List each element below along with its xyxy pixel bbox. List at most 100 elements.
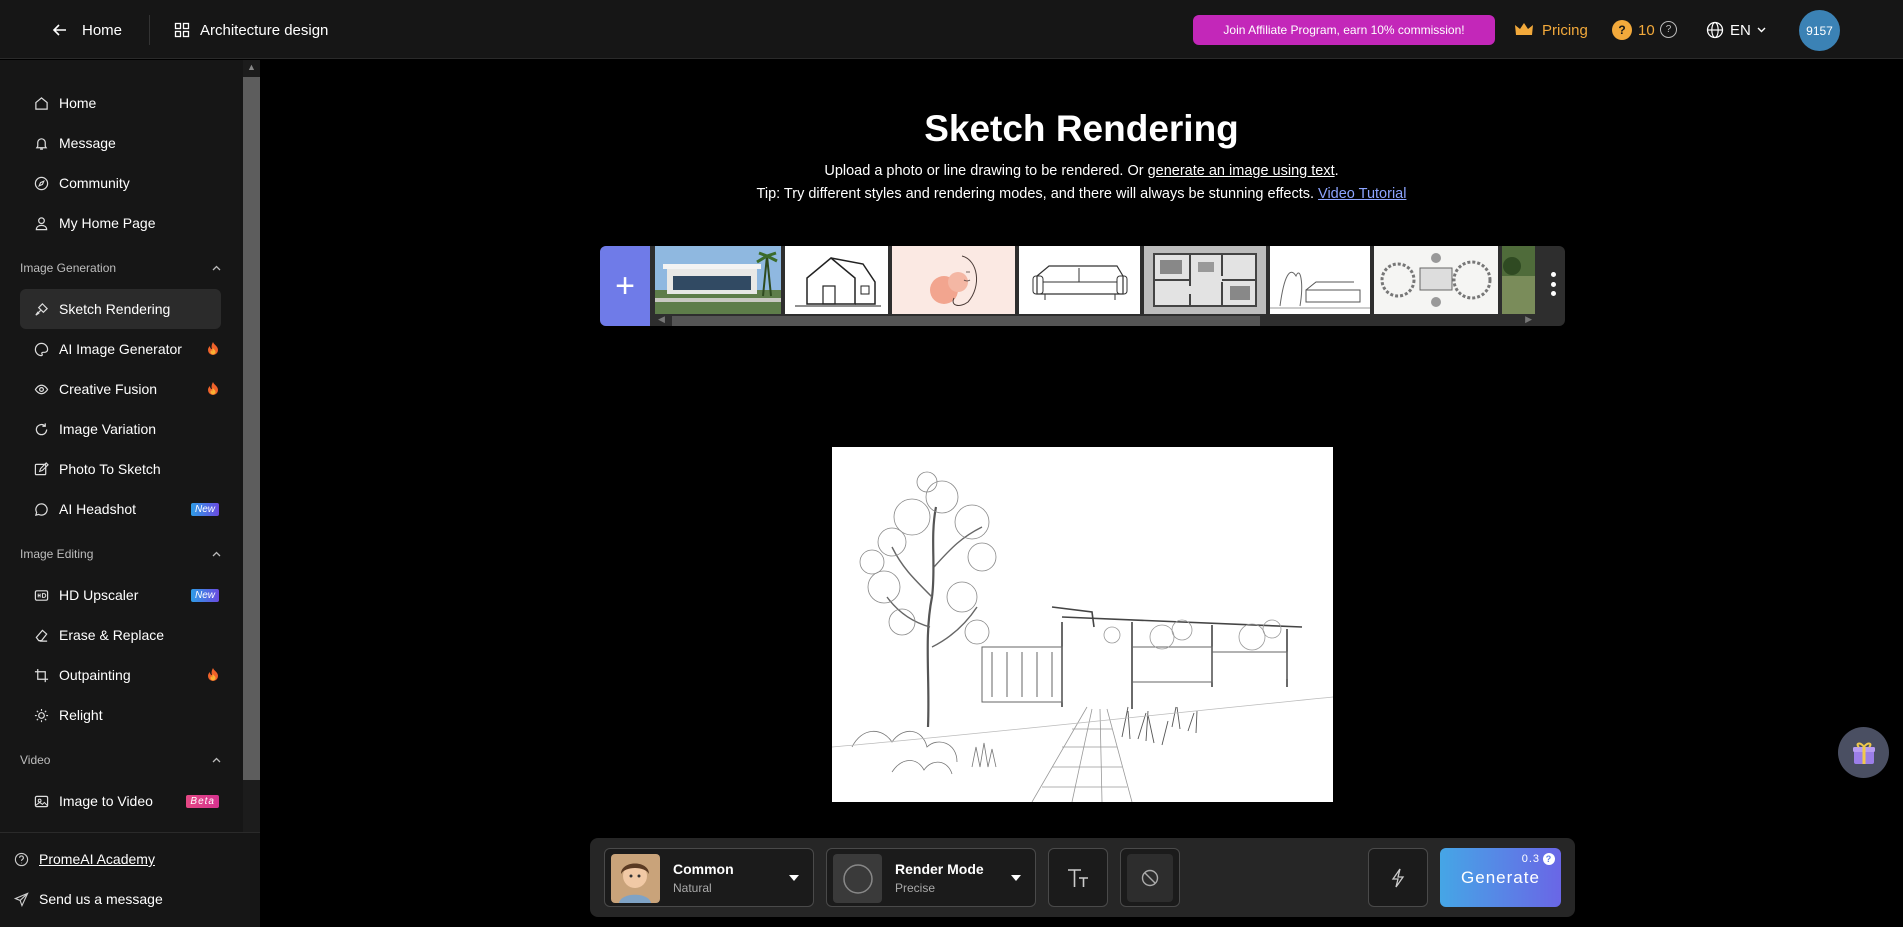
render-mode-selector[interactable]: Render Mode Precise <box>826 848 1036 907</box>
sidebar-scrollbar-thumb[interactable] <box>243 77 260 780</box>
negative-prompt-button[interactable] <box>1120 848 1180 907</box>
sidebar-item-label: Community <box>59 175 130 191</box>
text-size-icon <box>1068 868 1088 887</box>
scroll-right-arrow-icon[interactable]: ▶ <box>1525 314 1532 325</box>
sidebar-item-label: Image to Video <box>59 793 153 809</box>
sample-thumbnail[interactable] <box>1374 246 1498 314</box>
sidebar-item-label: Image Variation <box>59 421 157 437</box>
sample-thumbnail[interactable] <box>1019 246 1140 314</box>
section-title-label: Image Generation <box>20 261 117 275</box>
sample-strip: + ◀ ▶ <box>600 246 1565 326</box>
sidebar-item-sketch-rendering[interactable]: Sketch Rendering <box>20 289 221 329</box>
sidebar-item-creative-fusion[interactable]: Creative Fusion <box>20 369 221 409</box>
sidebar-item-outpainting[interactable]: Outpainting <box>20 655 221 695</box>
caret-down-icon <box>1011 875 1021 881</box>
subtitle-suffix: . <box>1334 163 1339 179</box>
globe-icon <box>1706 21 1724 39</box>
eraser-icon <box>35 628 48 642</box>
sidebar-item-label: AI Headshot <box>59 501 137 517</box>
fire-icon <box>208 668 218 681</box>
home-back-link[interactable]: Home <box>52 18 122 42</box>
sidebar-item-ai-image-generator[interactable]: AI Image Generator <box>20 329 221 369</box>
send-icon <box>14 891 29 907</box>
ban-icon <box>1141 869 1159 886</box>
quick-mode-button[interactable] <box>1368 848 1428 907</box>
language-label: EN <box>1730 21 1751 39</box>
sidebar-nav: Home Message Community My Home Page Imag… <box>0 60 243 832</box>
sidebar-item-image-to-video[interactable]: Image to Video Beta <box>20 781 221 821</box>
sidebar-item-message[interactable]: Message <box>20 123 221 163</box>
lightning-icon <box>1391 868 1405 887</box>
home-icon <box>35 96 48 110</box>
sidebar-item-label: Outpainting <box>59 667 131 683</box>
sidebar-item-home[interactable]: Home <box>20 83 221 123</box>
fusion-icon <box>34 384 49 394</box>
language-selector[interactable]: EN <box>1706 18 1766 42</box>
refresh-icon <box>35 422 48 435</box>
affiliate-button[interactable]: Join Affiliate Program, earn 10% commiss… <box>1193 15 1495 45</box>
gift-button[interactable] <box>1838 727 1889 778</box>
coin-icon: ? <box>1612 20 1632 40</box>
sidebar-item-image-variation[interactable]: Image Variation <box>20 409 221 449</box>
avatar[interactable]: 9157 <box>1799 10 1840 51</box>
sidebar-item-hd-upscaler[interactable]: HD Upscaler New <box>20 575 221 615</box>
help-icon[interactable]: ? <box>1660 21 1677 38</box>
question-circle-icon <box>14 852 29 866</box>
grid-icon <box>174 22 190 38</box>
video-tutorial-link[interactable]: Video Tutorial <box>1318 186 1406 202</box>
generate-label: Generate <box>1461 867 1540 887</box>
sample-thumbnail[interactable] <box>785 246 888 314</box>
image-icon <box>34 795 49 807</box>
render-mode-subtitle: Precise <box>895 881 936 895</box>
generate-from-text-link[interactable]: generate an image using text <box>1148 163 1335 179</box>
render-mode-thumbnail <box>833 854 882 903</box>
credits-balance[interactable]: ? 10 <box>1612 18 1655 42</box>
fire-icon <box>208 382 218 395</box>
new-badge: New <box>190 588 219 602</box>
sample-thumbnail[interactable] <box>1144 246 1266 314</box>
sidebar-item-label: My Home Page <box>59 215 156 231</box>
sidebar-item-erase-replace[interactable]: Erase & Replace <box>20 615 221 655</box>
sidebar-item-relight[interactable]: Relight <box>20 695 221 735</box>
sidebar-item-community[interactable]: Community <box>20 163 221 203</box>
pricing-label: Pricing <box>1542 21 1588 39</box>
pricing-link[interactable]: Pricing <box>1514 18 1588 42</box>
scroll-up-arrow-icon[interactable]: ▲ <box>247 62 256 72</box>
sample-thumbnail[interactable] <box>1270 246 1370 314</box>
brush-icon <box>35 302 48 316</box>
sidebar-item-label: HD Upscaler <box>59 587 139 603</box>
sidebar-item-ai-headshot[interactable]: AI Headshot New <box>20 489 221 529</box>
chevron-down-icon <box>1757 27 1766 33</box>
tip-text: Tip: Try different styles and rendering … <box>756 186 1315 202</box>
workspace-selector[interactable]: Architecture design <box>174 18 328 42</box>
sample-thumbnail[interactable] <box>655 246 781 314</box>
more-vertical-icon[interactable] <box>1549 272 1557 296</box>
text-prompt-button[interactable] <box>1048 848 1108 907</box>
render-mode-name: Render Mode <box>895 861 984 877</box>
sidebar-item-my-home-page[interactable]: My Home Page <box>20 203 221 243</box>
new-badge: New <box>190 502 219 516</box>
strip-scrollbar-thumb[interactable] <box>672 316 1260 326</box>
academy-link[interactable]: PromeAI Academy <box>14 847 155 871</box>
style-thumbnail <box>611 854 660 903</box>
section-image-generation[interactable]: Image Generation <box>20 258 221 278</box>
sidebar-item-photo-to-sketch[interactable]: Photo To Sketch <box>20 449 221 489</box>
send-message-label: Send us a message <box>39 891 163 907</box>
strip-scrollbar[interactable]: ◀ ▶ <box>655 314 1535 326</box>
crop-icon <box>34 668 49 682</box>
style-subtitle: Natural <box>673 881 712 895</box>
scroll-left-arrow-icon[interactable]: ◀ <box>658 314 665 325</box>
sample-thumbnail[interactable] <box>1502 246 1535 314</box>
page-subtitle: Upload a photo or line drawing to be ren… <box>260 163 1903 179</box>
generate-button[interactable]: Generate 0.3 ? <box>1440 848 1561 907</box>
bottom-control-bar: Common Natural Render Mode Precise Gener… <box>590 838 1575 917</box>
bell-icon <box>35 137 48 150</box>
workspace-label: Architecture design <box>200 21 329 39</box>
sidebar-item-label: Erase & Replace <box>59 627 165 643</box>
style-model-selector[interactable]: Common Natural <box>604 848 814 907</box>
send-message-link[interactable]: Send us a message <box>14 887 163 911</box>
sample-thumbnail[interactable] <box>892 246 1015 314</box>
upload-add-button[interactable]: + <box>600 246 650 326</box>
section-video[interactable]: Video <box>20 750 221 770</box>
section-image-editing[interactable]: Image Editing <box>20 544 221 564</box>
